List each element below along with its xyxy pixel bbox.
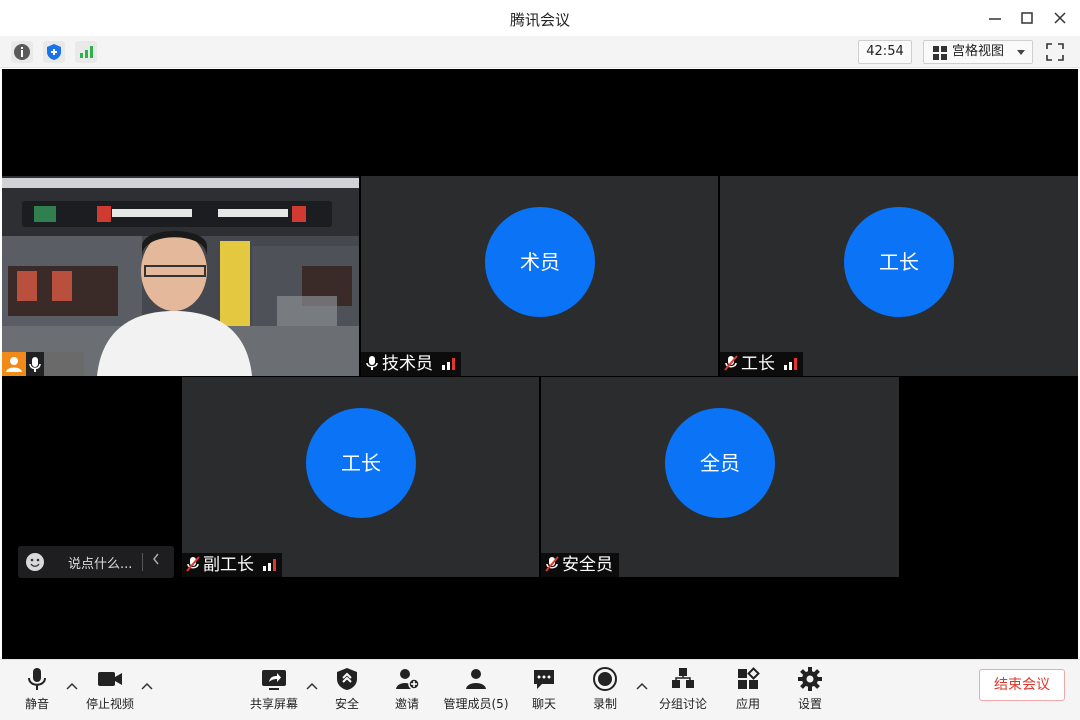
view-mode-select[interactable]: 宫格视图 (923, 40, 1033, 64)
shield-icon (47, 44, 61, 60)
participant-nametag (2, 352, 84, 376)
manage-members-button[interactable]: 管理成员(5) (441, 666, 511, 718)
security-status-button[interactable] (43, 41, 65, 63)
apps-label: 应用 (735, 697, 760, 711)
record-icon (593, 667, 617, 691)
host-icon (2, 352, 26, 376)
window-title: 腾讯会议 (509, 11, 570, 29)
participant-nametag: 技术员 (361, 352, 461, 376)
record-label: 录制 (592, 697, 617, 711)
fullscreen-button[interactable] (1045, 42, 1065, 62)
chat-button[interactable]: 聊天 (509, 666, 579, 718)
fullscreen-icon (1046, 43, 1064, 61)
settings-label: 设置 (797, 697, 822, 711)
chat-bubble-icon (534, 670, 554, 689)
participant-avatar: 工长 (306, 408, 416, 518)
apps-icon (738, 667, 760, 689)
meeting-toolbar: 42:54 宫格视图 (0, 36, 1080, 68)
signal-bars-icon (263, 559, 276, 571)
microphone-icon (28, 668, 46, 690)
chevron-up-icon[interactable] (141, 680, 153, 692)
breakout-label: 分组讨论 (658, 697, 707, 711)
share-screen-button[interactable]: 共享屏幕 (239, 666, 309, 718)
close-icon (1054, 12, 1066, 24)
maximize-button[interactable] (1017, 8, 1037, 28)
chat-quick-input[interactable]: 说点什么... (18, 546, 174, 578)
minimize-icon (989, 18, 1001, 20)
participant-avatar: 工长 (844, 207, 954, 317)
signal-bars-icon (442, 358, 455, 370)
divider (142, 553, 143, 571)
camera-feed-image (2, 176, 359, 376)
participant-name: 技术员 (382, 354, 433, 374)
breakout-rooms-button[interactable]: 分组讨论 (648, 666, 718, 718)
grid-view-icon (933, 46, 947, 60)
mute-button[interactable]: 静音 (2, 666, 72, 718)
gear-icon (798, 667, 822, 691)
emoji-icon[interactable] (26, 553, 44, 571)
meeting-timer: 42:54 (858, 40, 912, 64)
camera-icon (98, 672, 122, 686)
video-stage: 术员 技术员 工长 工长 工长 副工长 全员 安全员 说点什么... (2, 69, 1078, 659)
record-button[interactable]: 录制 (570, 666, 640, 718)
chevron-up-icon[interactable] (636, 680, 648, 692)
participant-name: 副工长 (203, 555, 254, 575)
chat-label: 聊天 (531, 697, 556, 711)
participant-name (44, 352, 84, 376)
mic-muted-icon (186, 556, 200, 572)
control-bar: 静音 停止视频 共享屏幕 安全 邀请 管理成员(5) 聊天 录制 分组讨论 应用 (0, 659, 1080, 720)
add-user-icon (396, 669, 420, 690)
chevron-down-icon (1017, 50, 1025, 55)
participant-name: 工长 (741, 354, 775, 374)
close-button[interactable] (1050, 8, 1070, 28)
manage-members-label: 管理成员(5) (443, 697, 509, 711)
end-meeting-button[interactable]: 结束会议 (979, 669, 1065, 701)
participant-name: 安全员 (562, 555, 613, 575)
invite-button[interactable]: 邀请 (372, 666, 442, 718)
chevron-left-icon (153, 553, 159, 565)
participant-nametag: 工长 (720, 352, 803, 376)
chat-placeholder: 说点什么... (68, 557, 133, 572)
members-icon (466, 669, 486, 689)
video-tile-participant[interactable]: 工长 副工长 (182, 377, 539, 577)
signal-bars-icon (784, 358, 797, 370)
info-icon (14, 44, 30, 60)
video-tile-self[interactable] (2, 176, 359, 376)
apps-button[interactable]: 应用 (713, 666, 783, 718)
title-bar: 腾讯会议 (0, 0, 1080, 36)
view-mode-label: 宫格视图 (952, 44, 1005, 59)
participant-nametag: 安全员 (541, 553, 619, 577)
share-screen-label: 共享屏幕 (249, 697, 298, 711)
share-screen-icon (262, 670, 286, 690)
signal-icon (80, 46, 93, 58)
mic-icon (26, 352, 44, 376)
mute-label: 静音 (24, 697, 49, 711)
breakout-icon (672, 668, 694, 688)
stop-video-button[interactable]: 停止视频 (75, 666, 145, 718)
participant-avatar: 全员 (665, 408, 775, 518)
participant-avatar: 术员 (485, 207, 595, 317)
info-button[interactable] (11, 41, 33, 63)
minimize-button[interactable] (985, 8, 1005, 28)
video-tile-participant[interactable]: 工长 工长 (720, 176, 1078, 376)
video-tile-participant[interactable]: 术员 技术员 (361, 176, 718, 376)
mic-icon (366, 356, 378, 370)
collapse-chat-button[interactable] (151, 552, 161, 570)
shield-icon (337, 668, 357, 690)
participant-nametag: 副工长 (182, 553, 282, 577)
invite-label: 邀请 (394, 697, 419, 711)
settings-button[interactable]: 设置 (775, 666, 845, 718)
mic-muted-icon (724, 355, 738, 371)
video-tile-participant[interactable]: 全员 安全员 (541, 377, 899, 577)
maximize-icon (1021, 12, 1033, 24)
network-status-button[interactable] (75, 41, 97, 63)
mic-muted-icon (545, 556, 559, 572)
stop-video-label: 停止视频 (85, 697, 134, 711)
